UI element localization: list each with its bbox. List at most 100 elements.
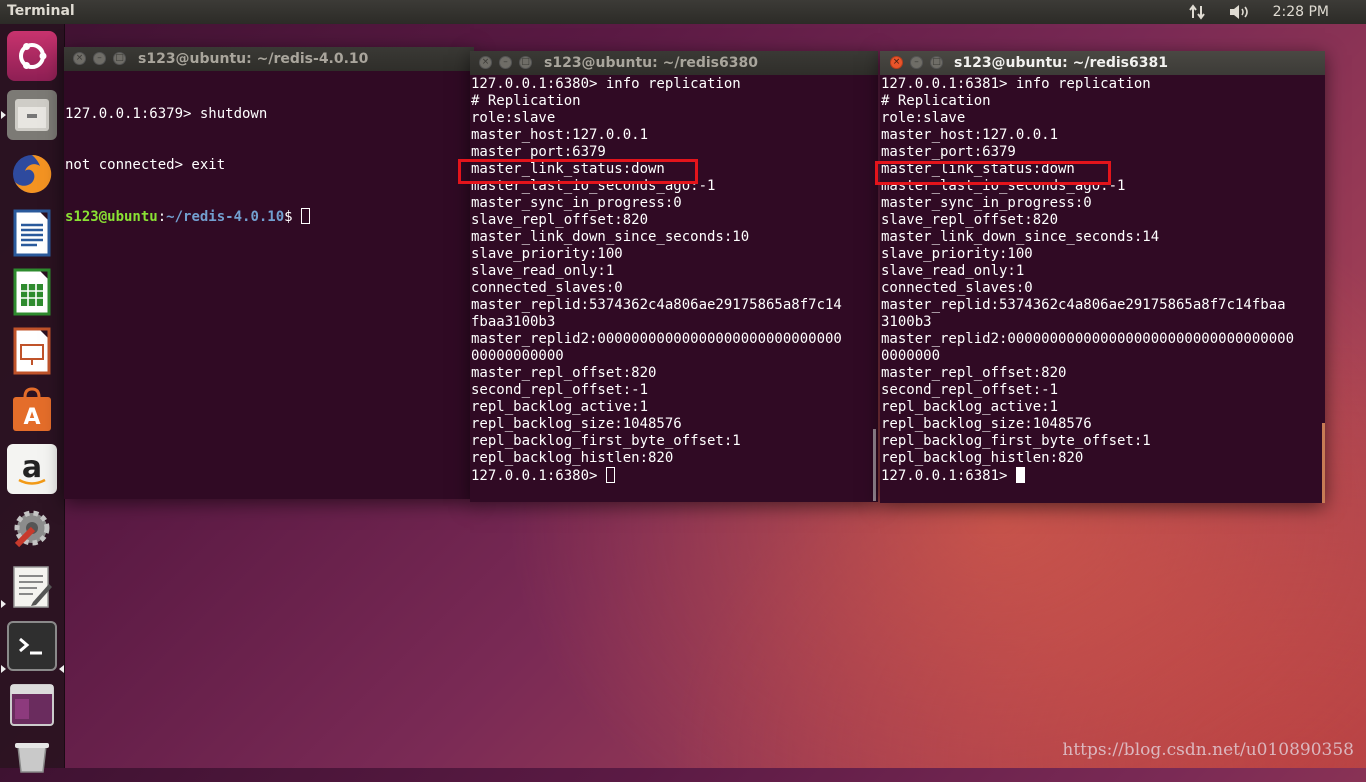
output-line: 3100b3	[881, 314, 1325, 331]
maximize-window-button[interactable]: □	[930, 56, 943, 69]
output-text: 0000000	[881, 348, 941, 364]
text-editor-icon[interactable]	[7, 562, 57, 612]
window-titlebar[interactable]: × – □ s123@ubuntu: ~/redis6381	[880, 51, 1325, 75]
terminal-window-redis6381[interactable]: × – □ s123@ubuntu: ~/redis6381 127.0.0.1…	[875, 51, 1325, 503]
maximize-window-button[interactable]: □	[519, 56, 532, 69]
output-text: master_host:127.0.0.1	[881, 127, 1059, 143]
output-line: slave_read_only:1	[471, 263, 878, 280]
terminal-window-redis-4010[interactable]: × – □ s123@ubuntu: ~/redis-4.0.10 127.0.…	[64, 47, 474, 499]
close-window-button[interactable]: ×	[479, 56, 492, 69]
text-cursor	[1015, 467, 1025, 483]
output-line: slave_priority:100	[881, 246, 1325, 263]
minimize-window-button[interactable]: –	[499, 56, 512, 69]
output-line: master_repl_offset:820	[471, 365, 878, 382]
output-line: role:slave	[471, 110, 878, 127]
output-line: repl_backlog_size:1048576	[471, 416, 878, 433]
window-titlebar[interactable]: × – □ s123@ubuntu: ~/redis-4.0.10	[64, 47, 474, 71]
output-line: # Replication	[471, 93, 878, 110]
output-text: master_link_down_since_seconds:10	[471, 229, 750, 245]
output-line: slave_repl_offset:820	[881, 212, 1325, 229]
output-line: repl_backlog_active:1	[881, 399, 1325, 416]
clock[interactable]: 2:28 PM	[1273, 4, 1329, 20]
text-cursor	[301, 208, 311, 224]
output-text: master_replid2:0000000000000000000000000…	[471, 331, 842, 347]
terminal-icon[interactable]	[7, 621, 57, 671]
output-text: repl_backlog_first_byte_offset:1	[471, 433, 741, 449]
output-line: repl_backlog_first_byte_offset:1	[881, 433, 1325, 450]
minimize-window-button[interactable]: –	[93, 52, 106, 65]
output-text: master_link_down_since_seconds:14	[881, 229, 1160, 245]
maximize-window-button[interactable]: □	[113, 52, 126, 65]
terminal-output[interactable]: 127.0.0.1:6381> info replication # Replic…	[881, 76, 1325, 484]
speaker-icon[interactable]	[1229, 4, 1251, 20]
output-line: slave_priority:100	[471, 246, 878, 263]
output-text: slave_read_only:1	[471, 263, 615, 279]
output-line: master_link_down_since_seconds:14	[881, 229, 1325, 246]
output-line: connected_slaves:0	[881, 280, 1325, 297]
output-text: 127.0.0.1:6380> info replication	[471, 76, 741, 92]
output-line: repl_backlog_size:1048576	[881, 416, 1325, 433]
output-text: master_port:6379	[881, 144, 1016, 160]
output-line: fbaa3100b3	[471, 314, 878, 331]
libreoffice-impress-icon[interactable]	[7, 326, 57, 376]
window-title: s123@ubuntu: ~/redis6381	[954, 55, 1168, 71]
output-text: role:slave	[471, 110, 556, 126]
system-settings-icon[interactable]	[7, 503, 57, 553]
output-line: role:slave	[881, 110, 1325, 127]
window-title: s123@ubuntu: ~/redis6380	[544, 55, 758, 71]
redis-prompt-line[interactable]: 127.0.0.1:6381>	[881, 467, 1325, 484]
output-text: master_repl_offset:820	[471, 365, 657, 381]
close-window-button[interactable]: ×	[73, 52, 86, 65]
focused-indicator	[59, 665, 64, 673]
output-line: master_port:6379	[881, 144, 1325, 161]
prompt-end: $	[284, 209, 302, 225]
output-line: not connected> exit	[65, 157, 226, 173]
redis-prompt: 127.0.0.1:6381>	[881, 468, 1016, 484]
watermark: https://blog.csdn.net/u010890358	[1062, 740, 1354, 760]
output-line: repl_backlog_active:1	[471, 399, 878, 416]
network-updown-icon[interactable]	[1188, 4, 1207, 20]
firefox-icon[interactable]	[7, 149, 57, 199]
files-icon[interactable]	[7, 90, 57, 140]
output-line: second_repl_offset:-1	[471, 382, 878, 399]
libreoffice-calc-icon[interactable]	[7, 267, 57, 317]
output-line: master_sync_in_progress:0	[881, 195, 1325, 212]
prompt-separator: :	[157, 209, 167, 225]
launcher: A a	[0, 24, 65, 773]
terminal-window-redis6380[interactable]: × – □ s123@ubuntu: ~/redis6380 127.0.0.1…	[458, 51, 878, 502]
svg-text:a: a	[22, 450, 42, 485]
text-cursor	[605, 467, 615, 483]
scrollbar[interactable]	[873, 429, 876, 501]
output-text: slave_priority:100	[471, 246, 623, 262]
ubuntu-dash-icon[interactable]	[7, 31, 57, 81]
workspace-switcher-icon[interactable]	[7, 680, 57, 730]
ubuntu-software-icon[interactable]: A	[7, 385, 57, 435]
output-line: master_host:127.0.0.1	[471, 127, 878, 144]
output-text: slave_repl_offset:820	[881, 212, 1059, 228]
output-line: master_replid:5374362c4a806ae29175865a8f…	[881, 297, 1325, 314]
close-window-button[interactable]: ×	[890, 56, 903, 69]
scrollbar[interactable]	[1322, 423, 1325, 503]
output-text: master_replid:5374362c4a806ae29175865a8f…	[881, 297, 1286, 313]
redis-prompt-line[interactable]: 127.0.0.1:6380>	[471, 467, 878, 484]
trash-icon[interactable]	[7, 732, 57, 782]
output-text: slave_repl_offset:820	[471, 212, 649, 228]
running-indicator	[1, 111, 6, 119]
output-text: connected_slaves:0	[881, 280, 1033, 296]
minimize-window-button[interactable]: –	[910, 56, 923, 69]
output-text: master_sync_in_progress:0	[881, 195, 1092, 211]
window-titlebar[interactable]: × – □ s123@ubuntu: ~/redis6380	[470, 51, 878, 75]
terminal-output[interactable]: 127.0.0.1:6379> shutdown not connected> …	[65, 72, 474, 259]
terminal-output[interactable]: 127.0.0.1:6380> info replication # Replic…	[471, 76, 878, 484]
shell-prompt-line[interactable]: s123@ubuntu:~/redis-4.0.10$	[65, 208, 474, 225]
libreoffice-writer-icon[interactable]	[7, 208, 57, 258]
amazon-icon[interactable]: a	[7, 444, 57, 494]
highlight-box	[875, 161, 1111, 185]
output-text: repl_backlog_size:1048576	[881, 416, 1092, 432]
output-text: fbaa3100b3	[471, 314, 556, 330]
output-text: master_replid2:0000000000000000000000000…	[881, 331, 1295, 347]
output-line: repl_backlog_histlen:820	[471, 450, 878, 467]
output-line: slave_repl_offset:820	[471, 212, 878, 229]
running-indicator	[1, 600, 6, 608]
output-line: # Replication	[881, 93, 1325, 110]
